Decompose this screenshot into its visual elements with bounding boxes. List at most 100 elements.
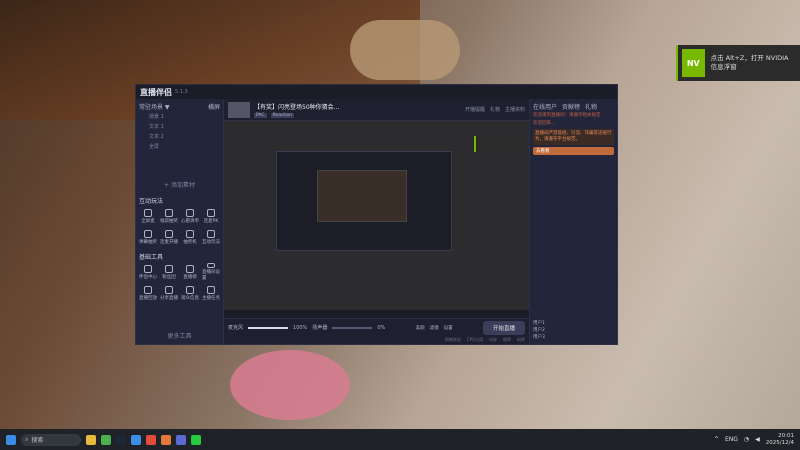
app-icon[interactable] <box>146 434 156 445</box>
scene-item[interactable]: 文本 1 <box>139 123 220 131</box>
search-label: 搜索 <box>31 437 44 444</box>
scene-item-label: 文本 1 <box>149 124 164 130</box>
start-icon[interactable] <box>6 434 16 445</box>
browser-icon[interactable] <box>101 434 111 445</box>
filter-button[interactable]: 滤镜 <box>430 325 439 331</box>
tool-icon <box>186 208 194 217</box>
toast-text: 点击 Alt+Z，打开 NVIDIA 信息浮窗 <box>710 54 789 71</box>
chat-message: 欢迎回来... <box>533 121 556 126</box>
stream-preview[interactable] <box>224 121 529 318</box>
language-indicator[interactable]: ENG <box>725 436 738 443</box>
app-title: 直播伴侣 <box>140 87 172 97</box>
stream-stats: 开播提醒 礼物 主播资料 <box>465 106 525 113</box>
scene-item[interactable]: 场景 1 <box>139 113 220 121</box>
background-cat <box>350 20 460 80</box>
livestream-app-icon[interactable] <box>161 434 171 445</box>
gift-button[interactable]: 去看看 <box>533 147 614 155</box>
tab-gifts[interactable]: 礼物 <box>585 102 597 111</box>
base-tool-button[interactable]: 观众信息 <box>181 284 199 302</box>
stream-info-bar: 【有奖】闪亮登场50种你猜会... PAC Reaction 开播提醒 礼物 主… <box>224 99 529 121</box>
file-explorer-icon[interactable] <box>86 434 96 445</box>
base-tool-button[interactable]: 直播间设置 <box>202 263 220 281</box>
tool-icon <box>165 285 173 294</box>
background-bowl-large <box>230 350 350 420</box>
wifi-icon[interactable]: ◔ <box>744 436 749 443</box>
base-tool-button[interactable]: 直播回放 <box>139 284 157 302</box>
base-tool-button[interactable]: 伴侣中心 <box>139 263 157 281</box>
clock-time: 20:01 <box>778 432 794 439</box>
tool-button[interactable]: 心愿清单 <box>181 207 199 225</box>
nvidia-toast[interactable]: NV 点击 Alt+Z，打开 NVIDIA 信息浮窗 <box>676 45 800 81</box>
tool-button[interactable]: 互动玩法 <box>202 228 220 246</box>
tool-button[interactable]: 连麦PK <box>202 207 220 225</box>
settings-button[interactable]: 设置 <box>444 325 453 331</box>
mic-slider[interactable] <box>248 326 289 329</box>
tool-label: 直播榜 <box>183 274 197 280</box>
tool-button[interactable]: 弹幕抽奖 <box>139 228 157 246</box>
windows-taskbar: ⌕ 搜索 ^ ENG ◔ ◀ 20:01 2025/12/4 <box>0 429 800 450</box>
tool-label: 抽奖机 <box>183 239 197 245</box>
user-item[interactable]: 用户1 <box>533 320 614 327</box>
tool-label: 观众信息 <box>181 295 199 301</box>
stream-cover-thumbnail[interactable] <box>228 101 250 118</box>
tool-icon <box>186 229 194 238</box>
taskbar-search[interactable]: ⌕ 搜索 <box>21 433 81 446</box>
add-source-button[interactable]: + 添加素材 <box>139 180 220 190</box>
stat-item[interactable]: 主播资料 <box>505 106 525 113</box>
preview-nvidia-toast <box>474 136 520 152</box>
stat-item[interactable]: 礼物 <box>490 106 500 113</box>
status-item: CPU占用 <box>466 337 483 342</box>
base-tool-button[interactable]: 主播任务 <box>202 284 220 302</box>
scene-item[interactable]: 文本 2 <box>139 133 220 141</box>
tool-icon <box>207 263 215 268</box>
steam-icon[interactable] <box>116 434 126 445</box>
tab-contribution[interactable]: 贡献榜 <box>562 102 580 111</box>
tool-label: 直播间设置 <box>202 270 220 281</box>
scene-selector[interactable]: 常驻场景 ▼ 横屏 <box>139 102 220 111</box>
app-icon[interactable] <box>191 434 201 445</box>
user-item[interactable]: 用户3 <box>533 334 614 341</box>
start-live-button[interactable]: 开始直播 <box>482 320 525 335</box>
search-icon: ⌕ <box>25 435 29 443</box>
tool-icon <box>186 264 194 273</box>
speaker-value: 0% <box>377 324 386 331</box>
beauty-button[interactable]: 美颜 <box>416 325 425 331</box>
base-tool-button[interactable]: 粉丝团 <box>160 263 178 281</box>
system-tray: ^ ENG ◔ ◀ 20:01 2025/12/4 <box>714 433 794 447</box>
right-panel: 在线用户 贡献榜 礼物 欢迎来到直播间！请遵守相关规定 欢迎回来... 直播间严… <box>529 99 617 344</box>
tool-button[interactable]: 福袋抽奖 <box>160 207 178 225</box>
tool-label: 弹幕抽奖 <box>139 239 157 245</box>
tool-label: 连麦PK <box>203 218 219 224</box>
base-tool-button[interactable]: 分享直播 <box>160 284 178 302</box>
base-tool-button[interactable]: 直播榜 <box>181 263 199 281</box>
right-tabs: 在线用户 贡献榜 礼物 <box>533 102 614 111</box>
tool-button[interactable]: 抽奖机 <box>181 228 199 246</box>
tool-label: 心愿清单 <box>181 218 199 224</box>
chevron-up-icon[interactable]: ^ <box>714 436 719 443</box>
status-item: 内存 <box>489 337 497 342</box>
more-tools-button[interactable]: 更多工具 <box>139 331 220 341</box>
scene-label: 常驻场景 ▼ <box>139 104 170 111</box>
stream-meta: 【有奖】闪亮登场50种你猜会... PAC Reaction <box>254 102 339 118</box>
user-item[interactable]: 用户2 <box>533 327 614 334</box>
stat-item[interactable]: 开播提醒 <box>465 106 485 113</box>
speaker-slider[interactable] <box>332 326 373 329</box>
clock[interactable]: 20:01 2025/12/4 <box>766 433 794 447</box>
volume-icon[interactable]: ◀ <box>755 436 760 443</box>
tool-button[interactable]: 全屏麦 <box>139 207 157 225</box>
scene-item[interactable]: 全屏 <box>139 143 220 151</box>
button-label: 滤镜 <box>429 325 439 331</box>
tab-online-users[interactable]: 在线用户 <box>533 102 557 111</box>
tools-grid: 全屏麦 福袋抽奖 心愿清单 连麦PK 弹幕抽奖 连麦开播 抽奖机 互动玩法 <box>139 207 220 246</box>
tool-button[interactable]: 连麦开播 <box>160 228 178 246</box>
tool-icon <box>207 208 215 217</box>
tool-icon <box>144 229 152 238</box>
button-label: 美颜 <box>415 325 425 331</box>
scene-orientation[interactable]: 横屏 <box>208 102 220 111</box>
system-notice: 直播间严禁低俗、引流、诈骗等违规行为，请遵守平台规范。 <box>533 129 614 145</box>
app-icon[interactable] <box>176 434 186 445</box>
scene-item-label: 文本 2 <box>149 134 164 140</box>
stream-title[interactable]: 【有奖】闪亮登场50种你猜会... <box>254 102 339 111</box>
app-icon[interactable] <box>131 434 141 445</box>
left-sidebar: 常驻场景 ▼ 横屏 场景 1 文本 1 文本 2 全屏 + 添加素材 互动玩法 … <box>136 99 224 344</box>
